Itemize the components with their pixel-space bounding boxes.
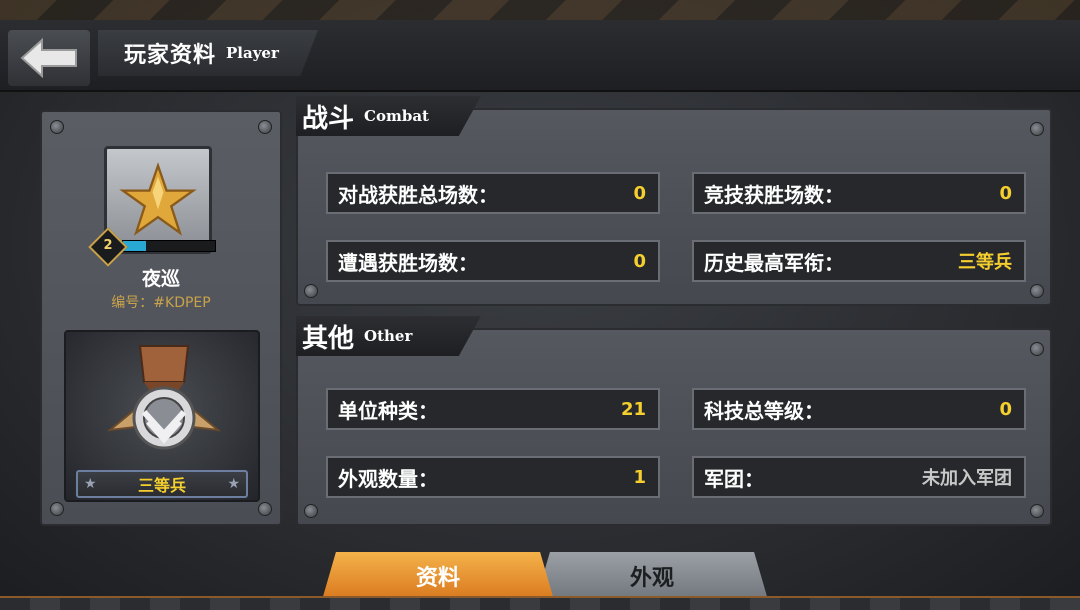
tab-appearance[interactable]: 外观 (536, 552, 768, 600)
stat-highest-rank: 历史最高军衔： 三等兵 (692, 240, 1026, 282)
stat-legion: 军团： 未加入军团 (692, 456, 1026, 498)
stat-value: 三等兵 (958, 252, 1012, 273)
screw-icon (1030, 284, 1044, 298)
stat-unit-types: 单位种类： 21 (326, 388, 660, 430)
stat-arena-wins: 竞技获胜场数： 0 (692, 172, 1026, 214)
stat-label: 单位种类： (338, 398, 438, 423)
rank-label: 三等兵 (137, 476, 186, 495)
other-title: 其他 (302, 323, 355, 354)
stat-value: 0 (999, 398, 1012, 420)
combat-title: 战斗 (302, 103, 355, 134)
stat-label: 科技总等级： (704, 398, 824, 423)
stat-value: 0 (633, 250, 646, 272)
level-progress-bar (122, 240, 216, 252)
medal-panel: ★ 三等兵 ★ (64, 330, 260, 502)
page-title-en: Player (226, 44, 279, 62)
screw-icon (50, 120, 64, 134)
player-id: 编号：#KDPEP (111, 295, 211, 311)
stat-total-wins: 对战获胜总场数： 0 (326, 172, 660, 214)
combat-heading: 战斗 Combat (296, 96, 481, 136)
screw-icon (50, 502, 64, 516)
screw-icon (304, 504, 318, 518)
stat-value: 0 (633, 182, 646, 204)
screw-icon (258, 120, 272, 134)
stat-value: 21 (620, 398, 646, 420)
stat-encounter-wins: 遭遇获胜场数： 0 (326, 240, 660, 282)
stat-label: 遭遇获胜场数： (338, 250, 478, 275)
screw-icon (1030, 504, 1044, 518)
screw-icon (1030, 342, 1044, 356)
top-decor-stripes (0, 0, 1080, 22)
screw-icon (304, 284, 318, 298)
level-indicator: 2 (88, 227, 218, 267)
player-card: 2 夜巡 编号：#KDPEP ★ 三等兵 ★ (40, 110, 282, 526)
player-name: 夜巡 (141, 268, 180, 290)
gold-star-icon (119, 162, 197, 236)
stat-tech-level: 科技总等级： 0 (692, 388, 1026, 430)
back-button[interactable] (8, 30, 90, 86)
star-icon: ★ (227, 476, 240, 492)
screw-icon (1030, 122, 1044, 136)
stat-label: 历史最高军衔： (704, 250, 844, 275)
rank-plate: ★ 三等兵 ★ (76, 470, 248, 498)
level-number: 2 (103, 238, 113, 253)
stat-label: 竞技获胜场数： (704, 182, 844, 207)
stat-appearance-count: 外观数量： 1 (326, 456, 660, 498)
combat-section: 战斗 Combat 对战获胜总场数： 0 竞技获胜场数： 0 遭遇获胜场数： 0… (296, 96, 1052, 306)
stat-label: 军团： (704, 466, 764, 491)
star-icon: ★ (84, 476, 97, 492)
back-arrow-icon (20, 38, 77, 78)
stat-label: 对战获胜总场数： (338, 182, 498, 207)
tab-profile[interactable]: 资料 (322, 552, 554, 600)
combat-title-en: Combat (364, 107, 429, 125)
page-title: 玩家资料 (124, 43, 217, 68)
other-heading: 其他 Other (296, 316, 481, 356)
stat-value: 未加入军团 (922, 468, 1012, 489)
page-title-box: 玩家资料 Player (98, 30, 318, 76)
medal-icon (106, 345, 222, 450)
other-section: 其他 Other 单位种类： 21 科技总等级： 0 外观数量： 1 军团： 未… (296, 316, 1052, 526)
other-title-en: Other (364, 327, 413, 345)
stat-value: 1 (633, 466, 646, 488)
screw-icon (258, 502, 272, 516)
stat-label: 外观数量： (338, 466, 438, 491)
stat-value: 0 (999, 182, 1012, 204)
